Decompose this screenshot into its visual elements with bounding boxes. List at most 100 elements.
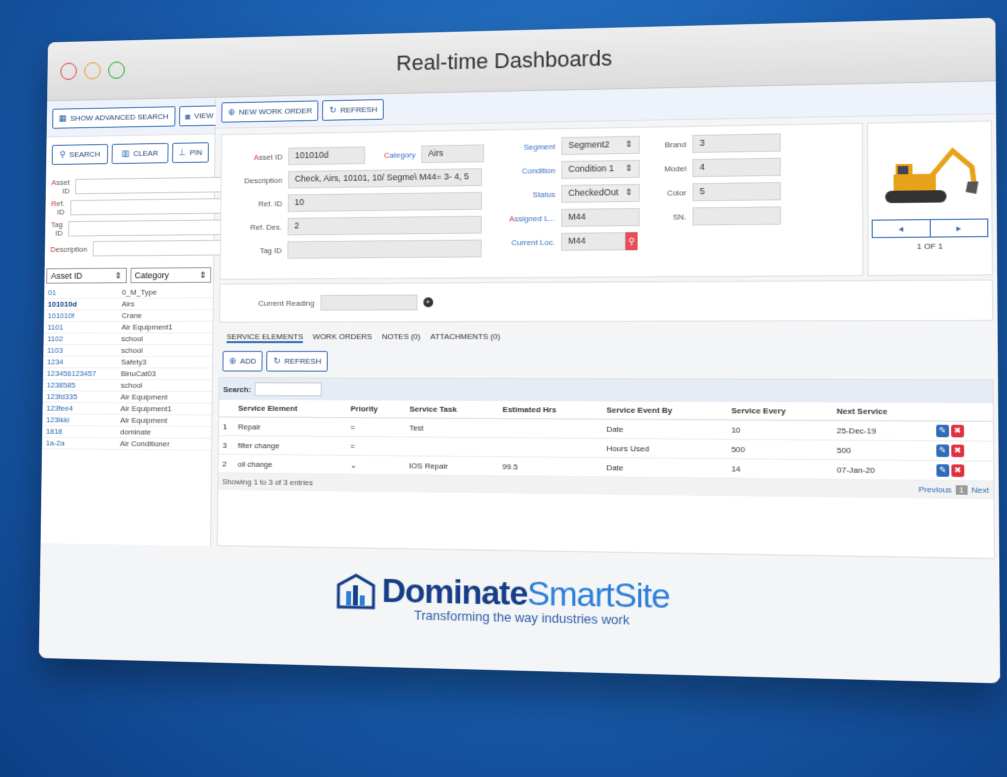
- refresh-icon: ↻: [329, 105, 336, 116]
- tab-notes[interactable]: NOTES (0): [382, 332, 421, 343]
- list-item[interactable]: 101010f Crane: [44, 310, 213, 322]
- list-item[interactable]: 1103 school: [43, 345, 212, 357]
- asset-form: Asset ID 101010d Category Airs Descripti…: [220, 123, 864, 280]
- previous-page-link[interactable]: Previous: [918, 485, 951, 495]
- asset-id-value[interactable]: 101010d: [288, 146, 365, 165]
- delete-icon[interactable]: ✖: [951, 425, 964, 438]
- tag-id-value[interactable]: [287, 240, 481, 259]
- list-item[interactable]: 1101 Air Equipment1: [44, 322, 213, 334]
- list-item[interactable]: 123fd335 Air Equipment: [43, 391, 212, 403]
- description-field: Description Check, Airs, 10101, 10/ Segm…: [240, 168, 482, 189]
- asset-list: 01 0_M_Type 101010d Airs 101010f Crane 1101…: [42, 287, 213, 451]
- list-column-selects: Asset ID ⇕ Category ⇕: [44, 267, 213, 283]
- ref-des-value[interactable]: 2: [288, 216, 482, 236]
- sidebar-filters: Asset ID Ref. ID Tag ID Description: [45, 170, 215, 268]
- assigned-location-value[interactable]: M44: [561, 208, 639, 227]
- delete-icon[interactable]: ✖: [951, 445, 964, 458]
- asset-id-field: Asset ID 101010d: [241, 146, 365, 166]
- color-field: Color 5: [652, 182, 781, 202]
- current-reading-input[interactable]: [320, 294, 417, 310]
- refresh-service-button[interactable]: ↻ REFRESH: [267, 351, 328, 372]
- trash-icon: ▥: [122, 148, 130, 159]
- refresh-button[interactable]: ↻ REFRESH: [322, 99, 384, 121]
- status-field: Status CheckedOut ⇕: [502, 184, 640, 204]
- asset-detail-area: Asset ID 101010d Category Airs Descripti…: [214, 114, 997, 280]
- status-select[interactable]: CheckedOut ⇕: [561, 184, 639, 203]
- clear-button[interactable]: ▥ CLEAR: [111, 143, 168, 164]
- condition-field: Condition Condition 1 ⇕: [502, 160, 640, 180]
- asset-id-column-select[interactable]: Asset ID ⇕: [46, 268, 126, 284]
- window-title: Real-time Dashboards: [47, 36, 995, 84]
- search-button[interactable]: ⚲ SEARCH: [52, 144, 108, 165]
- previous-image-button[interactable]: ◂: [873, 220, 930, 237]
- chevron-updown-icon: ⇕: [625, 139, 633, 151]
- condition-select[interactable]: Condition 1 ⇕: [561, 160, 639, 179]
- edit-icon[interactable]: ✎: [936, 425, 949, 438]
- tab-attachments[interactable]: ATTACHMENTS (0): [430, 332, 500, 343]
- model-value[interactable]: 4: [692, 158, 780, 177]
- filter-tag-id: Tag ID: [51, 219, 208, 238]
- edit-icon[interactable]: ✎: [936, 464, 949, 477]
- list-item[interactable]: 01 0_M_Type: [44, 287, 213, 299]
- list-item[interactable]: 123fee4 Air Equipment1: [42, 403, 211, 416]
- show-advanced-search-button[interactable]: ▦ SHOW ADVANCED SEARCH: [52, 106, 175, 128]
- camera-icon: ◙: [185, 111, 190, 121]
- next-page-link[interactable]: Next: [971, 485, 989, 495]
- sort-icon: ⇕: [115, 271, 122, 281]
- color-value[interactable]: 5: [692, 182, 780, 201]
- ref-id-value[interactable]: 10: [288, 192, 482, 212]
- search-icon: ⚲: [60, 149, 66, 160]
- plus-circle-icon: ⊕: [229, 356, 236, 367]
- sn-value[interactable]: [692, 206, 780, 225]
- grid-search-input[interactable]: [255, 382, 322, 396]
- list-item-selected[interactable]: 101010d Airs: [44, 298, 213, 310]
- list-item[interactable]: 1234 Safety3: [43, 357, 212, 369]
- assigned-location-field: Assigned L... M44: [502, 208, 640, 227]
- add-service-button[interactable]: ⊕ ADD: [222, 351, 263, 372]
- app-window: Real-time Dashboards ▦ SHOW ADVANCED SEA…: [39, 18, 1000, 684]
- next-image-button[interactable]: ▸: [929, 220, 987, 237]
- list-item[interactable]: 123456123457 BinuCat03: [43, 368, 212, 380]
- grid-pagination: Previous 1 Next: [918, 485, 989, 495]
- brand-value[interactable]: 3: [692, 133, 780, 153]
- list-item[interactable]: 1102 school: [44, 333, 213, 345]
- segment-field: Segment Segment2 ⇕: [502, 136, 640, 156]
- current-reading-panel: Current Reading +: [219, 279, 993, 322]
- segment-select[interactable]: Segment2 ⇕: [561, 136, 639, 155]
- pin-button[interactable]: ⊥ PIN: [172, 142, 209, 163]
- new-work-order-button[interactable]: ⊕ NEW WORK ORDER: [221, 100, 318, 122]
- map-pin-icon[interactable]: ⚲: [625, 232, 637, 250]
- asset-image-panel: ◂ ▸ 1 OF 1: [867, 120, 993, 276]
- tag-id-filter-input[interactable]: [68, 219, 235, 236]
- calendar-icon: ▦: [59, 113, 67, 124]
- ref-id-filter-input[interactable]: [70, 198, 237, 215]
- delete-icon[interactable]: ✖: [951, 464, 964, 477]
- app-body: ▦ SHOW ADVANCED SEARCH ◙ VIEW IMAGE ⚲ SE…: [41, 81, 1000, 559]
- sidebar-top-actions: ▦ SHOW ADVANCED SEARCH ◙ VIEW IMAGE: [47, 98, 215, 138]
- current-reading-label: Current Reading: [258, 298, 314, 307]
- category-column-select[interactable]: Category ⇕: [130, 267, 211, 283]
- brand-tagline: Transforming the way industries work: [414, 608, 629, 628]
- filter-ref-id: Ref. ID: [51, 197, 208, 216]
- dominate-logo: [337, 572, 376, 609]
- category-value[interactable]: Airs: [421, 144, 484, 163]
- edit-icon[interactable]: ✎: [936, 444, 949, 457]
- image-pager: ◂ ▸: [872, 218, 989, 238]
- list-item[interactable]: 1a-2a Air Conditioner: [42, 438, 211, 451]
- add-reading-icon[interactable]: +: [423, 297, 433, 307]
- list-item[interactable]: 1238585 school: [43, 380, 212, 392]
- brand-field: Brand 3: [652, 133, 781, 153]
- model-field: Model 4: [652, 158, 781, 178]
- tab-service-elements[interactable]: SERVICE ELEMENTS: [227, 332, 304, 343]
- detail-tabs: SERVICE ELEMENTS WORK ORDERS NOTES (0) A…: [213, 321, 998, 347]
- chevron-updown-icon: ⇕: [625, 187, 633, 199]
- current-location-value[interactable]: M44: [561, 232, 625, 251]
- tag-id-field: Tag ID: [240, 240, 482, 260]
- sort-icon: ⇕: [199, 270, 206, 280]
- sidebar-search-actions: ⚲ SEARCH ▥ CLEAR ⊥ PIN: [46, 134, 215, 172]
- current-page[interactable]: 1: [956, 485, 967, 495]
- service-table: Service Element Priority Service Task Es…: [218, 400, 993, 482]
- description-value[interactable]: Check, Airs, 10101, 10/ Segme\ M44= 3- 4…: [288, 168, 482, 188]
- tab-work-orders[interactable]: WORK ORDERS: [313, 332, 372, 343]
- pin-icon: ⊥: [178, 147, 185, 158]
